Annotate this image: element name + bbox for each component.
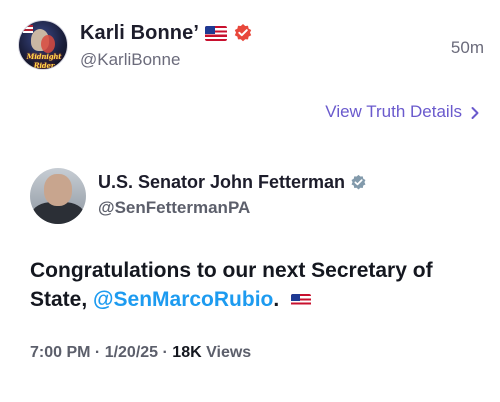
post-timestamp[interactable]: 50m [451,38,484,58]
us-flag-icon [205,25,227,41]
author-name-row: Karli Bonne’ [80,20,253,46]
tweet-views-count: 18K [172,344,202,361]
us-flag-emoji-icon [291,294,312,307]
verified-badge-icon [233,23,253,43]
meta-separator: · [90,344,105,361]
tweet-author-handle[interactable]: @SenFettermanPA [98,198,250,218]
tweet-author-avatar[interactable] [30,168,86,224]
view-truth-details-link[interactable]: View Truth Details [325,102,482,122]
author-handle[interactable]: @KarliBonne [80,50,180,70]
tweet-author-display-name[interactable]: U.S. Senator John Fetterman [98,172,345,193]
tweet-date[interactable]: 1/20/25 [105,344,158,361]
meta-separator: · [158,344,173,361]
tweet-time[interactable]: 7:00 PM [30,344,90,361]
tweet-author-name-row: U.S. Senator John Fetterman [98,172,367,193]
truth-post: Midnight Rider Karli Bonne’ @KarliBonne … [0,0,500,402]
tweet-text-suffix: . [273,288,280,311]
tweet-meta: 7:00 PM · 1/20/25 · 18K Views [30,344,251,362]
author-display-name[interactable]: Karli Bonne’ [80,22,199,45]
gov-verified-badge-icon [350,174,367,191]
tweet-mention-link[interactable]: @SenMarcoRubio [93,288,273,311]
author-avatar[interactable]: Midnight Rider [18,20,68,70]
view-truth-details-label: View Truth Details [325,102,462,121]
tweet-views-label: Views [206,344,252,361]
tweet-text: Congratulations to our next Secretary of… [30,256,480,314]
post-header: Midnight Rider Karli Bonne’ @KarliBonne … [18,18,484,78]
avatar-logo-text: Midnight Rider [26,52,62,70]
chevron-right-icon [468,105,482,119]
